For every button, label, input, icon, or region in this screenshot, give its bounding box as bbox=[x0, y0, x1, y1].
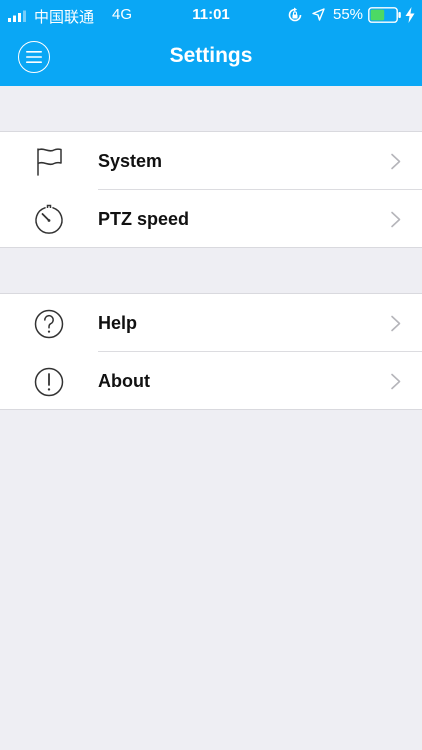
top-bar: 中国联通 4G 11:01 55% Settings bbox=[0, 0, 422, 86]
location-icon bbox=[312, 8, 325, 21]
speedometer-icon bbox=[35, 204, 63, 234]
charging-icon bbox=[405, 7, 415, 23]
page-title: Settings bbox=[169, 44, 253, 67]
settings-item-ptz-speed[interactable]: PTZ speed bbox=[0, 190, 422, 248]
settings-item-help[interactable]: Help bbox=[0, 294, 422, 352]
settings-item-about[interactable]: About bbox=[0, 352, 422, 410]
settings-item-label: About bbox=[98, 371, 150, 391]
settings-item-label: System bbox=[98, 151, 163, 171]
chevron-right-icon bbox=[391, 315, 401, 332]
settings-item-label: PTZ speed bbox=[98, 209, 190, 229]
help-icon bbox=[34, 309, 64, 339]
battery-icon bbox=[368, 7, 401, 23]
settings-group-support: Help About bbox=[0, 293, 422, 410]
nav-bar: Settings bbox=[0, 30, 422, 86]
settings-group-general: System PTZ speed bbox=[0, 131, 422, 248]
flag-icon bbox=[37, 148, 62, 176]
settings-item-label: Help bbox=[98, 313, 138, 333]
chevron-right-icon bbox=[391, 373, 401, 390]
chevron-right-icon bbox=[391, 153, 401, 170]
settings-item-system[interactable]: System bbox=[0, 132, 422, 190]
info-icon bbox=[34, 367, 64, 397]
chevron-right-icon bbox=[391, 211, 401, 228]
battery-percent: 55% bbox=[333, 6, 364, 23]
status-bar: 中国联通 4G 11:01 55% bbox=[0, 0, 422, 30]
rotation-lock-icon bbox=[288, 7, 302, 22]
